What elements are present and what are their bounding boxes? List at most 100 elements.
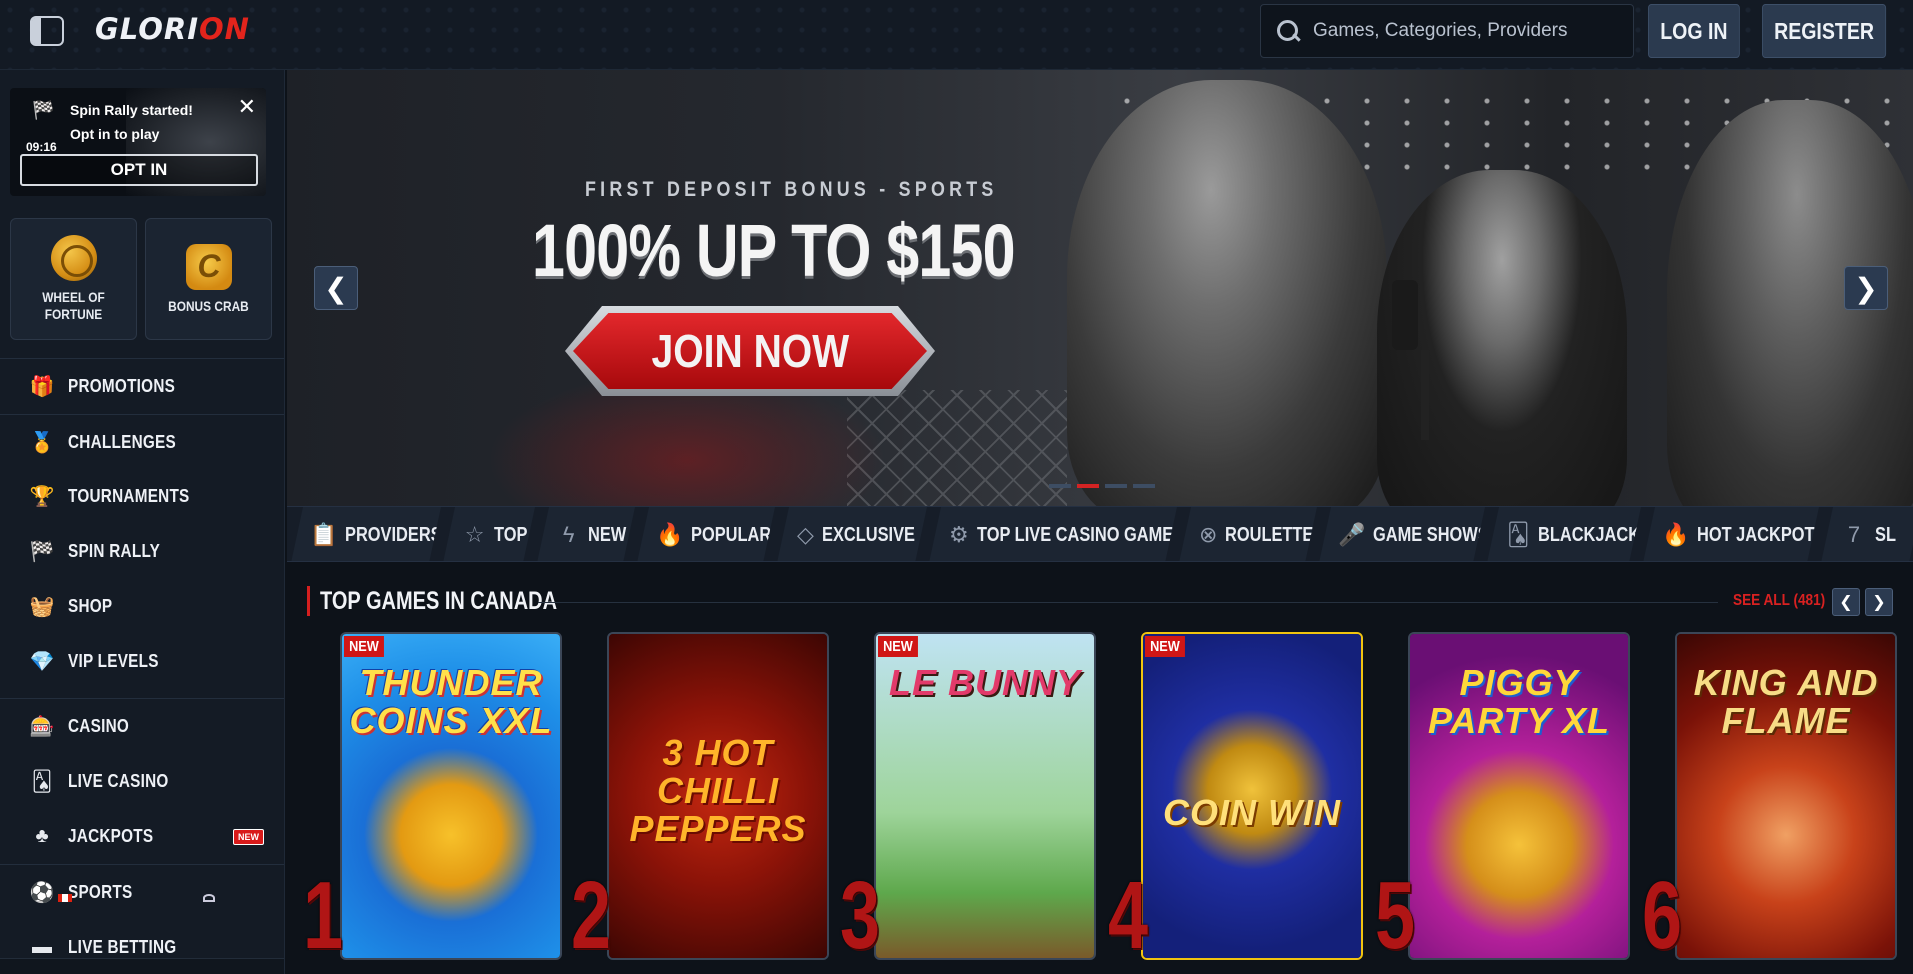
sidebar-item-tournaments[interactable]: 🏆 TOURNAMENTS xyxy=(0,469,284,524)
tab-label: BLACKJACK xyxy=(1537,523,1640,546)
game-card-king-and-flame[interactable]: KING AND FLAME xyxy=(1675,632,1897,960)
basket-icon: 🧺 xyxy=(29,596,55,618)
tab-roulette[interactable]: ⊗ ROULETTE xyxy=(1179,507,1317,562)
tab-label: POPULAR xyxy=(691,523,772,546)
carousel-dot[interactable] xyxy=(1133,484,1155,488)
tab-popular[interactable]: 🔥 POPULAR xyxy=(637,507,775,562)
canada-flag-icon[interactable] xyxy=(58,894,72,902)
game-title: THUNDER COINS XXL xyxy=(349,662,553,741)
sidebar-toggle-icon[interactable] xyxy=(30,16,64,46)
tab-new[interactable]: ϟ NEW xyxy=(537,507,635,562)
tab-label: SL xyxy=(1875,523,1896,546)
sidebar-item-label: SPORTS xyxy=(68,882,133,902)
tab-label: PROVIDERS xyxy=(345,523,442,546)
sidebar-item-label: VIP LEVELS xyxy=(68,651,159,671)
fighter-left-image xyxy=(1067,80,1387,506)
tab-exclusive[interactable]: ◇ EXCLUSIVE xyxy=(777,507,927,562)
tab-top-live-casino-games[interactable]: ⚙ TOP LIVE CASINO GAMES xyxy=(929,507,1177,562)
hero-next-arrow-icon[interactable]: ❯ xyxy=(1844,266,1888,310)
game-card-coin-win[interactable]: COIN WIN NEW xyxy=(1141,632,1363,960)
sidebar: 🏁 09:16 Spin Rally started! Opt in to pl… xyxy=(0,70,285,974)
register-button[interactable]: REGISTER xyxy=(1762,4,1887,58)
close-icon[interactable]: ✕ xyxy=(238,94,256,120)
sidebar-item-casino[interactable]: 🎰 CASINO xyxy=(0,699,284,754)
hero-subtitle: FIRST DEPOSIT BONUS - SPORTS xyxy=(585,178,998,201)
section-title-accent xyxy=(307,586,310,616)
roulette-icon: ⊗ xyxy=(1199,522,1218,547)
tab-label: NEW xyxy=(588,523,627,546)
sidebar-item-label: JACKPOTS xyxy=(68,826,154,846)
sidebar-item-jackpots[interactable]: ♣ JACKPOTS NEW xyxy=(0,809,284,864)
sidebar-item-live-casino[interactable]: 🂡 LIVE CASINO xyxy=(0,754,284,809)
sidebar-item-label: TOURNAMENTS xyxy=(68,486,190,506)
checkered-flag-icon: 🏁 xyxy=(29,541,55,563)
chip-icon: ⚙ xyxy=(949,522,969,547)
user-icon[interactable] xyxy=(203,894,215,902)
search-input[interactable] xyxy=(1313,20,1613,42)
notification-title: Spin Rally started! xyxy=(70,102,193,118)
sidebar-item-promotions[interactable]: 🎁 PROMOTIONS xyxy=(0,359,284,414)
soccer-ball-icon: ⚽ xyxy=(29,882,55,904)
join-now-inner: JOIN NOW xyxy=(573,313,927,389)
sidebar-item-vip-levels[interactable]: 💎 VIP LEVELS xyxy=(0,634,284,689)
nav-group-casino: 🎰 CASINO 🂡 LIVE CASINO ♣ JACKPOTS NEW xyxy=(0,698,284,864)
tab-blackjack[interactable]: 🂡 BLACKJACK xyxy=(1487,507,1641,562)
sidebar-item-label: LIVE BETTING xyxy=(68,937,177,957)
logo-main: GLORI xyxy=(95,12,200,46)
slot-machine-icon: 🎰 xyxy=(29,716,55,738)
star-icon: ☆ xyxy=(464,522,485,547)
game-card-le-bunny[interactable]: LE BUNNY NEW xyxy=(874,632,1096,960)
tab-hot-jackpots[interactable]: 🔥 HOT JACKPOTS xyxy=(1643,507,1819,562)
bonus-crab-tile[interactable]: BONUS CRAB xyxy=(145,218,272,340)
sidebar-item-label: SPIN RALLY xyxy=(68,541,161,561)
microphone-image xyxy=(1392,280,1418,350)
login-button[interactable]: LOG IN xyxy=(1648,4,1740,58)
sidebar-footer xyxy=(0,958,284,974)
tab-game-shows[interactable]: 🎤 GAME SHOWS xyxy=(1319,507,1485,562)
wheel-icon xyxy=(50,235,97,281)
sidebar-item-spin-rally[interactable]: 🏁 SPIN RALLY xyxy=(0,524,284,579)
diamond-icon: 💎 xyxy=(29,651,55,673)
sidebar-item-sports[interactable]: ⚽ SPORTS xyxy=(0,865,284,920)
game-card-thunder-coins[interactable]: THUNDER COINS XXL NEW xyxy=(340,632,562,960)
tab-providers[interactable]: 📋 PROVIDERS xyxy=(291,507,441,562)
sidebar-item-shop[interactable]: 🧺 SHOP xyxy=(0,579,284,634)
hero-banner: FIRST DEPOSIT BONUS - SPORTS 100% UP TO … xyxy=(287,70,1913,506)
rank-number: 6 xyxy=(1642,862,1683,969)
search-box[interactable] xyxy=(1260,4,1634,58)
opt-in-button[interactable]: OPT IN xyxy=(20,154,258,186)
category-bar: 📋 PROVIDERS ☆ TOP ϟ NEW 🔥 POPULAR ◇ EXCL… xyxy=(287,506,1913,562)
carousel-dot[interactable] xyxy=(1105,484,1127,488)
join-now-button[interactable]: JOIN NOW xyxy=(565,306,935,396)
new-badge: NEW xyxy=(878,636,918,657)
rank-number: 1 xyxy=(303,862,344,969)
game-card-piggy-party[interactable]: PIGGY PARTY XL xyxy=(1408,632,1630,960)
sidebar-item-challenges[interactable]: 🏅 CHALLENGES xyxy=(0,414,284,469)
rank-number: 4 xyxy=(1108,862,1149,969)
game-card-3-hot-chilli-peppers[interactable]: 3 HOT CHILLI PEPPERS xyxy=(607,632,829,960)
join-now-label: JOIN NOW xyxy=(651,325,849,377)
tab-label: GAME SHOWS xyxy=(1373,523,1489,546)
wheel-of-fortune-tile[interactable]: WHEEL OF FORTUNE xyxy=(10,218,137,340)
see-all-link[interactable]: SEE ALL (481) xyxy=(1733,592,1825,610)
games-next-arrow-icon[interactable]: ❯ xyxy=(1865,588,1893,616)
carousel-dot-active[interactable] xyxy=(1077,484,1099,488)
tile-label: BONUS CRAB xyxy=(168,297,249,314)
hero-title: 100% UP TO $150 xyxy=(532,209,1016,292)
game-title: LE BUNNY xyxy=(888,662,1081,703)
tab-label: HOT JACKPOTS xyxy=(1697,523,1826,546)
new-badge: NEW xyxy=(233,829,264,845)
tab-top[interactable]: ☆ TOP xyxy=(443,507,535,562)
clover-icon: ♣ xyxy=(35,825,49,847)
tab-slots[interactable]: 7 SL xyxy=(1821,507,1913,562)
rank-number: 3 xyxy=(840,862,881,969)
carousel-dot[interactable] xyxy=(1049,484,1071,488)
games-prev-arrow-icon[interactable]: ❮ xyxy=(1832,588,1860,616)
sidebar-item-label: PROMOTIONS xyxy=(68,376,176,396)
nav-group-rewards: 🎁 PROMOTIONS 🏅 CHALLENGES 🏆 TOURNAMENTS … xyxy=(0,358,284,689)
gift-icon: 🎁 xyxy=(29,376,55,398)
sidebar-item-label: LIVE CASINO xyxy=(68,771,169,791)
hero-prev-arrow-icon[interactable]: ❮ xyxy=(314,266,358,310)
lightning-icon: ϟ xyxy=(562,522,575,547)
logo[interactable]: GLORION xyxy=(95,12,250,46)
